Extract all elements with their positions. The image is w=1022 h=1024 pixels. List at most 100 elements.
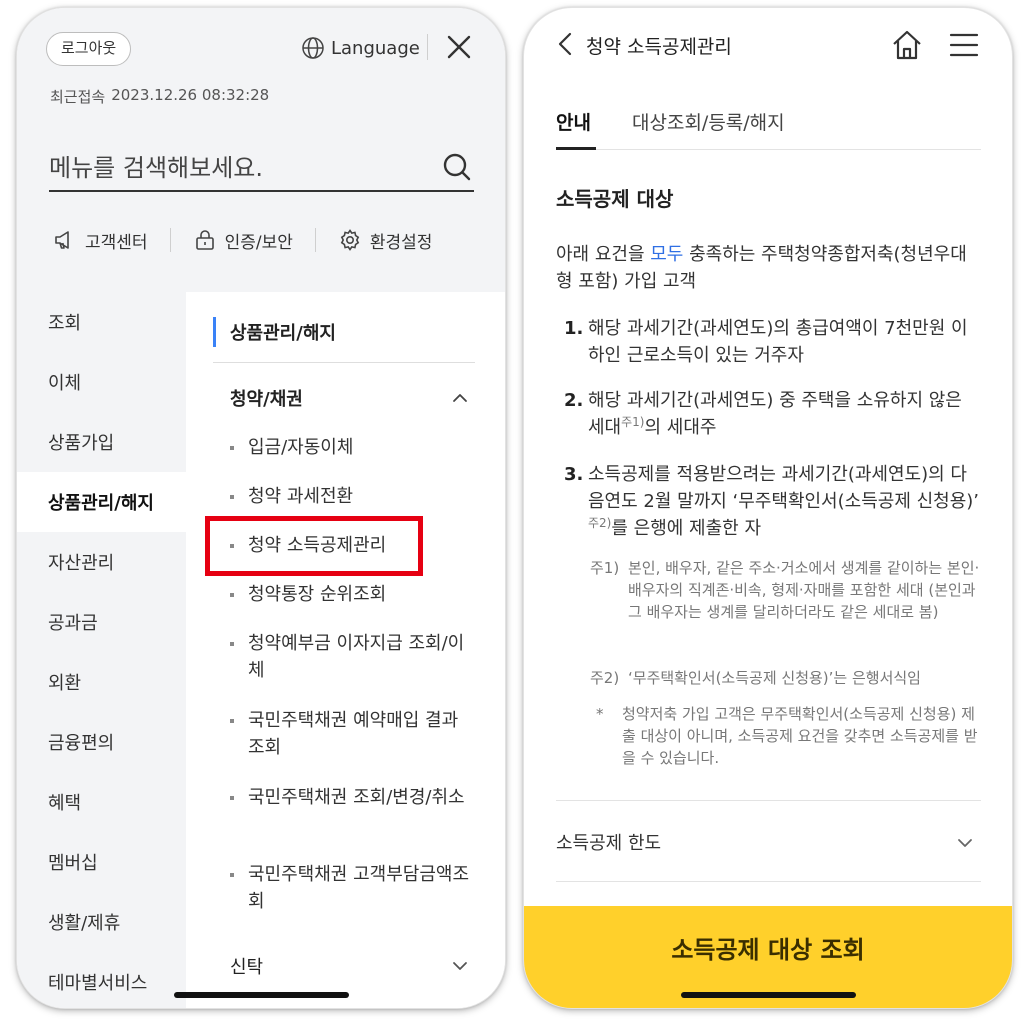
footnote-text: ‘무주택확인서(소득공제 신청용)’는 은행서식임 bbox=[628, 669, 921, 687]
intro-emphasis: 모두 bbox=[650, 244, 684, 265]
language-button[interactable]: Language bbox=[301, 36, 420, 60]
submenu-item[interactable]: 청약예부금 이자지급 조회/이체 bbox=[230, 630, 470, 684]
logout-button[interactable]: 로그아웃 bbox=[46, 32, 132, 66]
back-icon[interactable] bbox=[554, 31, 578, 57]
megaphone-icon bbox=[55, 231, 69, 249]
section-label: 청약/채권 bbox=[230, 389, 303, 410]
category-item[interactable]: 조회 bbox=[17, 292, 186, 352]
footnote: 주1) 본인, 배우자, 같은 주소·거소에서 생계를 같이하는 본인·배우자의… bbox=[590, 557, 982, 623]
submenu-item-label: 국민주택채권 고객부담금액조회 bbox=[248, 864, 470, 912]
auth-security-label: 인증/보안 bbox=[224, 232, 293, 253]
submenu-item[interactable]: 입금/자동이체 bbox=[230, 434, 470, 461]
right-phone-screen: 청약 소득공제관리 안내 대상조회/등록/해지 소득공제 대상 아래 요건을 모… bbox=[524, 8, 1012, 1008]
condition-text: 의 세대주 bbox=[644, 417, 717, 438]
submenu-item-label: 국민주택채권 예약매입 결과조회 bbox=[248, 710, 459, 758]
last-login-label: 최근접속 bbox=[50, 88, 106, 106]
category-item[interactable]: 상품가입 bbox=[17, 412, 186, 472]
condition-text: 소득공제를 적용받으려는 과세기간(과세연도)의 다음연도 2월 말까지 ‘무주… bbox=[588, 464, 980, 512]
submenu-item-label: 청약 과세전환 bbox=[248, 486, 354, 507]
header-divider bbox=[427, 34, 428, 60]
intro-text: 아래 요건을 bbox=[556, 244, 651, 265]
quick-divider bbox=[169, 228, 171, 252]
condition-text: 를 은행에 제출한 자 bbox=[611, 518, 762, 539]
menu-search-input[interactable] bbox=[49, 146, 429, 190]
footnote-text: 청약저축 가입 고객은 무주택확인서(소득공제 신청용) 제출 대상이 아니며,… bbox=[622, 705, 978, 767]
condition-item: 1. 해당 과세기간(과세연도)의 총급여액이 7천만원 이하인 근로소득이 있… bbox=[564, 315, 980, 369]
submenu-divider bbox=[213, 362, 475, 363]
section-header-closed[interactable]: 신탁 bbox=[230, 951, 470, 981]
chevron-up-icon bbox=[453, 394, 467, 402]
category-item[interactable]: 자산관리 bbox=[17, 532, 186, 592]
submenu-item[interactable]: 청약통장 순위조회 bbox=[230, 581, 470, 608]
category-item[interactable]: 멤버십 bbox=[17, 832, 186, 892]
submenu-item[interactable]: 국민주택채권 고객부담금액조회 bbox=[230, 861, 470, 915]
category-item[interactable]: 테마별서비스 bbox=[17, 952, 186, 1008]
footnote: 주2) ‘무주택확인서(소득공제 신청용)’는 은행서식임 bbox=[590, 667, 982, 689]
condition-number: 1. bbox=[564, 318, 584, 339]
hamburger-menu-icon[interactable] bbox=[948, 30, 980, 60]
auth-security-link[interactable]: 인증/보안 bbox=[193, 228, 293, 253]
footnote-ref: 주2) bbox=[588, 516, 612, 530]
category-item[interactable]: 생활/제휴 bbox=[17, 892, 186, 952]
guide-content: 소득공제 대상 아래 요건을 모두 충족하는 주택청약종합저축(청년우대형 포함… bbox=[556, 183, 981, 767]
condition-text: 해당 과세기간(과세연도)의 총급여액이 7천만원 이하인 근로소득이 있는 거… bbox=[588, 318, 968, 366]
left-phone-screen: 로그아웃 Language 최근접속 2023.12.26 08:32:28 메… bbox=[17, 8, 505, 1008]
page-title: 청약 소득공제관리 bbox=[586, 36, 732, 58]
category-item-active[interactable]: 상품관리/해지 bbox=[17, 472, 186, 532]
close-icon[interactable] bbox=[442, 30, 476, 64]
submenu-item[interactable]: 국민주택채권 예약매입 결과조회 bbox=[230, 707, 470, 761]
settings-link[interactable]: 환경설정 bbox=[338, 228, 433, 253]
bullet bbox=[230, 446, 234, 450]
eligibility-intro: 아래 요건을 모두 충족하는 주택청약종합저축(청년우대형 포함) 가입 고객 bbox=[556, 241, 981, 295]
category-item[interactable]: 외환 bbox=[17, 652, 186, 712]
home-indicator bbox=[681, 992, 856, 998]
menu-body: 조회 이체 상품가입 상품관리/해지 자산관리 공과금 외환 금융편의 혜택 멤… bbox=[17, 292, 505, 1008]
footnote: * 청약저축 가입 고객은 무주택확인서(소득공제 신청용) 제출 대상이 아니… bbox=[596, 703, 982, 769]
search-icon[interactable] bbox=[442, 152, 472, 182]
category-item[interactable]: 금융편의 bbox=[17, 712, 186, 772]
submenu-title: 상품관리/해지 bbox=[213, 317, 336, 347]
quick-divider bbox=[314, 228, 316, 252]
submenu-item-label: 청약예부금 이자지급 조회/이체 bbox=[248, 633, 465, 681]
tab-lookup-register[interactable]: 대상조회/등록/해지 bbox=[632, 108, 785, 150]
footnote-ref: 주1) bbox=[621, 415, 645, 429]
category-item[interactable]: 공과금 bbox=[17, 592, 186, 652]
footnote-label: 주1) bbox=[590, 559, 620, 577]
bullet bbox=[230, 719, 234, 723]
footnote-text: 본인, 배우자, 같은 주소·거소에서 생계를 같이하는 본인·배우자의 직계존… bbox=[628, 559, 980, 621]
category-item[interactable]: 이체 bbox=[17, 352, 186, 412]
menu-header: 로그아웃 Language 최근접속 2023.12.26 08:32:28 메… bbox=[17, 8, 505, 292]
submenu-item-label: 입금/자동이체 bbox=[248, 437, 354, 458]
tab-guide[interactable]: 안내 bbox=[556, 108, 596, 150]
accordion-deduction-limit[interactable]: 소득공제 한도 bbox=[556, 800, 981, 882]
chevron-down-icon bbox=[453, 962, 467, 970]
last-login-time: 2023.12.26 08:32:28 bbox=[111, 86, 270, 104]
section-header-open[interactable]: 청약/채권 bbox=[230, 383, 470, 413]
submenu-item-label: 국민주택채권 조회/변경/취소 bbox=[248, 787, 465, 808]
bullet bbox=[230, 873, 234, 877]
bullet bbox=[230, 495, 234, 499]
chevron-down-icon bbox=[958, 839, 972, 847]
submenu-item-label: 청약통장 순위조회 bbox=[248, 584, 387, 605]
home-icon[interactable] bbox=[890, 28, 924, 62]
accordion-label: 소득공제 한도 bbox=[556, 833, 662, 854]
submenu-panel: 상품관리/해지 청약/채권 입금/자동이체 청약 과세전환 청약 소득공제관리 bbox=[186, 292, 505, 1008]
condition-number: 3. bbox=[564, 464, 584, 485]
home-indicator bbox=[174, 992, 349, 998]
bullet bbox=[230, 642, 234, 646]
globe-icon bbox=[302, 37, 324, 59]
lock-icon bbox=[195, 230, 214, 250]
highlight-box bbox=[205, 516, 423, 576]
menu-search bbox=[49, 146, 474, 192]
settings-label: 환경설정 bbox=[369, 232, 433, 253]
gear-icon bbox=[340, 229, 360, 251]
last-login-info: 최근접속 2023.12.26 08:32:28 bbox=[50, 86, 269, 107]
customer-center-link[interactable]: 고객센터 bbox=[53, 228, 148, 253]
page-header: 청약 소득공제관리 bbox=[524, 8, 1012, 88]
submenu-item[interactable]: 청약 과세전환 bbox=[230, 483, 470, 510]
submenu-item[interactable]: 국민주택채권 조회/변경/취소 bbox=[230, 784, 470, 811]
condition-number: 2. bbox=[564, 390, 584, 411]
category-item[interactable]: 혜택 bbox=[17, 772, 186, 832]
customer-center-label: 고객센터 bbox=[85, 232, 148, 253]
tab-bar: 안내 대상조회/등록/해지 bbox=[556, 108, 981, 150]
